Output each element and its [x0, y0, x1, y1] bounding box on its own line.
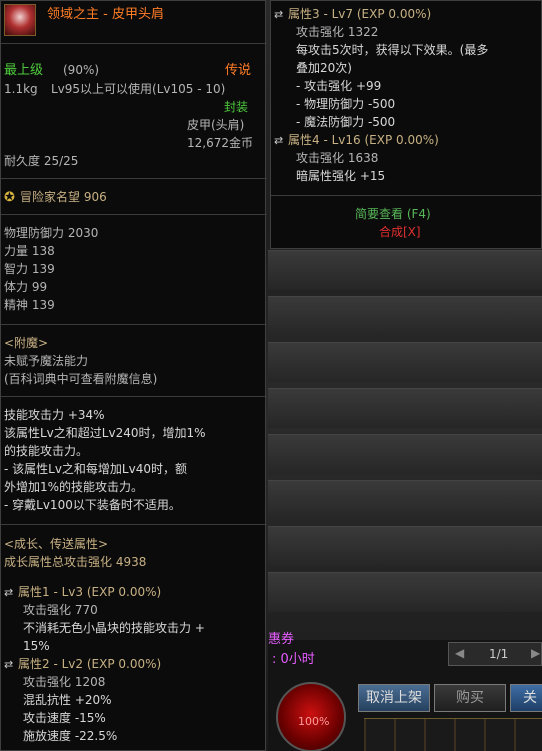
pager: ◀ 1/1 ▶: [448, 642, 542, 666]
enchant-hint: (百科词典中可查看附魔信息): [4, 372, 158, 386]
attr3-atk: 攻击强化 1322: [296, 25, 379, 39]
divider: [1, 396, 267, 397]
attr4-line: 暗属性强化 +15: [296, 169, 386, 183]
attr2-header-text: 属性2 - Lv2 (EXP 0.00%): [18, 657, 162, 671]
synthesize-button[interactable]: 合成[X]: [379, 225, 421, 240]
attr1-desc: 不消耗无色小晶块的技能攻击力 +: [23, 621, 205, 635]
skill-text: 的技能攻击力。: [4, 444, 89, 458]
list-row-bg: [268, 434, 542, 474]
shuffle-icon: ⇄: [4, 586, 14, 599]
shuffle-icon: ⇄: [274, 8, 284, 21]
attr4-header-text: 属性4 - Lv16 (EXP 0.00%): [288, 133, 439, 147]
item-weight: 1.1kg: [4, 82, 38, 96]
fame-row: ✪ 冒险家名望 906: [4, 190, 107, 205]
divider: [1, 524, 267, 525]
list-row-bg: [268, 342, 542, 382]
shuffle-icon: ⇄: [274, 134, 284, 147]
attr3-header: ⇄ 属性3 - Lv7 (EXP 0.00%): [274, 7, 431, 22]
skill-text: - 穿戴Lv100以下装备时不适用。: [4, 498, 181, 512]
attr2-line: 混乱抗性 +20%: [23, 693, 112, 707]
cancel-listing-button[interactable]: 取消上架: [358, 684, 430, 712]
attr3-line: 叠加20次): [296, 61, 352, 75]
divider: [1, 214, 267, 215]
grade-percent: (90%): [63, 63, 100, 77]
divider: [271, 195, 542, 196]
item-tooltip-left: 领域之主 - 皮甲头肩 最上级 (90%) 传说 1.1kg Lv95以上可以使…: [0, 0, 267, 751]
item-tooltip-right: ⇄ 属性3 - Lv7 (EXP 0.00%) 攻击强化 1322 每攻击5次时，…: [270, 0, 542, 249]
skill-text: 外增加1%的技能攻击力。: [4, 480, 144, 494]
attr3-line: - 物理防御力 -500: [296, 97, 396, 111]
medal-icon: ✪: [4, 190, 15, 205]
attr1-header: ⇄ 属性1 - Lv3 (EXP 0.00%): [4, 585, 161, 600]
list-row-bg: [268, 250, 542, 290]
sealed-status: 封装: [224, 100, 249, 114]
enchant-title: <附魔>: [4, 336, 49, 350]
item-name: 领域之主 - 皮甲头肩: [47, 7, 164, 22]
item-slot-type: 皮甲(头肩): [187, 118, 245, 132]
attr2-header: ⇄ 属性2 - Lv2 (EXP 0.00%): [4, 657, 161, 672]
fame-label: 冒险家名望: [20, 190, 81, 204]
enchant-status: 未赋予魔法能力: [4, 354, 89, 368]
attr3-line: 每攻击5次时，获得以下效果。(最多: [296, 43, 489, 57]
attr2-atk: 攻击强化 1208: [23, 675, 106, 689]
attr1-atk: 攻击强化 770: [23, 603, 98, 617]
attr3-header-text: 属性3 - Lv7 (EXP 0.00%): [288, 7, 432, 21]
attr2-line: 施放速度 -22.5%: [23, 729, 118, 743]
stat-line: 力量 138: [4, 244, 55, 258]
level-requirement: Lv95以上可以使用(Lv105 - 10): [51, 82, 226, 96]
attr4-atk: 攻击强化 1638: [296, 151, 379, 165]
skill-text: - 该属性Lv之和每增加Lv40时，额: [4, 462, 187, 476]
list-row-bg: [268, 296, 542, 336]
prev-page-icon[interactable]: ◀: [455, 646, 464, 661]
hp-orb-pct: 100%: [298, 715, 330, 728]
stat-line: 物理防御力 2030: [4, 226, 99, 240]
list-row-bg: [268, 388, 542, 428]
item-rarity: 传说: [225, 63, 252, 78]
buy-button[interactable]: 购买: [434, 684, 506, 712]
stat-line: 精神 139: [4, 298, 55, 312]
divider: [1, 178, 267, 179]
shuffle-icon: ⇄: [4, 658, 14, 671]
attr3-line: - 魔法防御力 -500: [296, 115, 396, 129]
growth-total: 成长属性总攻击强化 4938: [4, 555, 147, 569]
coupon-label: 惠券: [268, 632, 295, 647]
item-grade: 最上级: [4, 63, 44, 78]
skill-text: 技能攻击力 +34%: [4, 408, 105, 422]
item-price: 12,672金币: [187, 136, 253, 150]
list-row-bg: [268, 480, 542, 520]
page-indicator: 1/1: [489, 647, 509, 661]
hp-orb: 100%: [276, 682, 346, 751]
item-durability: 耐久度 25/25: [4, 154, 79, 168]
next-page-icon[interactable]: ▶: [531, 646, 540, 661]
list-row-bg: [268, 526, 542, 566]
stat-line: 智力 139: [4, 262, 55, 276]
quickslot-bar: [364, 718, 542, 751]
attr4-header: ⇄ 属性4 - Lv16 (EXP 0.00%): [274, 133, 439, 148]
divider: [1, 324, 267, 325]
growth-title: <成长、传送属性>: [4, 537, 109, 551]
attr1-header-text: 属性1 - Lv3 (EXP 0.00%): [18, 585, 162, 599]
list-row-bg: [268, 572, 542, 612]
attr1-desc: 15%: [23, 639, 50, 653]
stat-line: 体力 99: [4, 280, 48, 294]
brief-view-button[interactable]: 简要查看 (F4): [355, 207, 431, 222]
time-remaining: : 0小时: [272, 652, 315, 667]
fame-value: 906: [83, 190, 107, 204]
close-button[interactable]: 关: [510, 684, 542, 712]
divider: [1, 43, 267, 44]
item-icon: [4, 4, 36, 36]
skill-text: 该属性Lv之和超过Lv240时，增加1%: [4, 426, 206, 440]
attr3-line: - 攻击强化 +99: [296, 79, 382, 93]
attr2-line: 攻击速度 -15%: [23, 711, 106, 725]
